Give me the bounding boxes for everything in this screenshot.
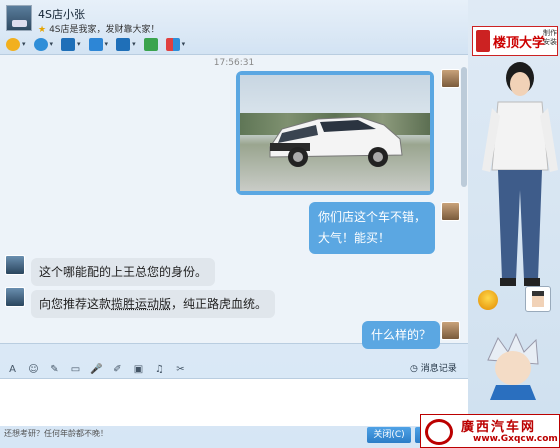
my-avatar[interactable]	[441, 321, 460, 340]
message-input[interactable]	[0, 378, 468, 426]
character-illustration	[482, 62, 558, 286]
product-link[interactable]: 揽胜运动版	[111, 297, 171, 311]
doodle-icon[interactable]: ✎	[48, 363, 61, 375]
chat-scrollbar[interactable]	[461, 67, 467, 187]
monitor-icon	[61, 37, 76, 51]
suv-image	[269, 116, 403, 167]
message-timestamp: 17:56:31	[213, 58, 255, 68]
camera-icon	[33, 37, 48, 51]
my-avatar[interactable]	[441, 202, 460, 221]
signature-text: 4S店是我家，发财靠大家！	[49, 25, 160, 35]
contact-name: 4S店小张	[38, 8, 85, 21]
contact-avatar-small[interactable]	[5, 287, 25, 307]
folder-icon	[88, 37, 103, 51]
apps-button[interactable]: ▾	[164, 37, 188, 51]
apps-grid-icon	[165, 37, 180, 51]
microphone-icon	[6, 37, 20, 51]
message-bubble: 向您推荐这款揽胜运动版，纯正路虎血统。	[31, 290, 276, 318]
contact-avatar[interactable]	[6, 5, 32, 31]
close-button[interactable]: 关闭(C)	[367, 427, 411, 443]
contact-show-avatar[interactable]	[525, 286, 551, 312]
site-logo-icon	[425, 419, 453, 445]
invite-button[interactable]	[142, 37, 160, 51]
site-watermark: 廣西汽车网 www.Gxqcw.com	[420, 414, 560, 448]
side-panel	[468, 0, 560, 448]
screenshot-icon[interactable]: ▭	[69, 363, 82, 375]
my-avatar[interactable]	[441, 69, 460, 88]
clock-icon: ◷	[410, 364, 421, 374]
message-bubble: 什么样的？	[362, 321, 441, 349]
contact-signature: ★ 4S店是我家，发财靠大家！	[38, 22, 160, 35]
remote-desktop-icon	[116, 37, 131, 51]
message-bubble: 你们店这个车不错， 大气！能买！	[309, 202, 435, 254]
anime-character	[487, 332, 539, 400]
music-icon[interactable]: ♫	[153, 363, 166, 375]
car-photo[interactable]	[240, 75, 430, 191]
chat-header: 4S店小张 ★ 4S店是我家，发财靠大家！ ▾ ▾ ▾ ▾ ▾ ▾	[0, 0, 468, 54]
star-icon: ★	[38, 25, 47, 35]
message-bubble: 这个哪能配的上王总您的身份。	[31, 258, 216, 286]
add-contact-icon	[143, 37, 158, 51]
font-icon[interactable]: A	[6, 363, 19, 375]
video-call-button[interactable]: ▾	[32, 37, 56, 51]
voice-message-icon[interactable]: 🎤	[90, 363, 103, 375]
contact-avatar-small[interactable]	[5, 255, 25, 275]
logo-icon	[476, 30, 490, 52]
chat-window: 4S店小张 ★4S店是我家，发财靠大家！ ▾ ▾ ▾ ▾ ▾ ▾ ☆ — □ ✕…	[0, 0, 560, 448]
status-text: 还想考研？任何年龄都不晚！	[4, 429, 108, 438]
image-message[interactable]	[236, 71, 434, 195]
screen-share-button[interactable]: ▾	[59, 37, 83, 51]
format-toolbar: A ☺ ✎ ▭ 🎤 ✐ ▣ ♫ ✂	[0, 360, 468, 378]
emoji-icon[interactable]: ☺	[27, 363, 40, 375]
ad-banner[interactable]: 楼顶大学 制作安装	[472, 26, 558, 56]
scissors-icon[interactable]: ✂	[174, 363, 187, 375]
chat-toolbar: ▾ ▾ ▾ ▾ ▾ ▾	[4, 35, 187, 53]
qq-penguin-icon[interactable]	[478, 290, 498, 310]
file-transfer-button[interactable]: ▾	[87, 37, 111, 51]
remote-assist-button[interactable]: ▾	[114, 37, 138, 51]
chat-history[interactable]: 17:56:31 你们店这个车不错， 大气！能买！ 这个哪能配的上王总您的身份。…	[0, 54, 468, 349]
image-icon[interactable]: ▣	[132, 363, 145, 375]
voice-call-button[interactable]: ▾	[4, 37, 28, 51]
message-history-button[interactable]: ◷ 消息记录	[410, 361, 457, 374]
edit-icon[interactable]: ✐	[111, 363, 124, 375]
